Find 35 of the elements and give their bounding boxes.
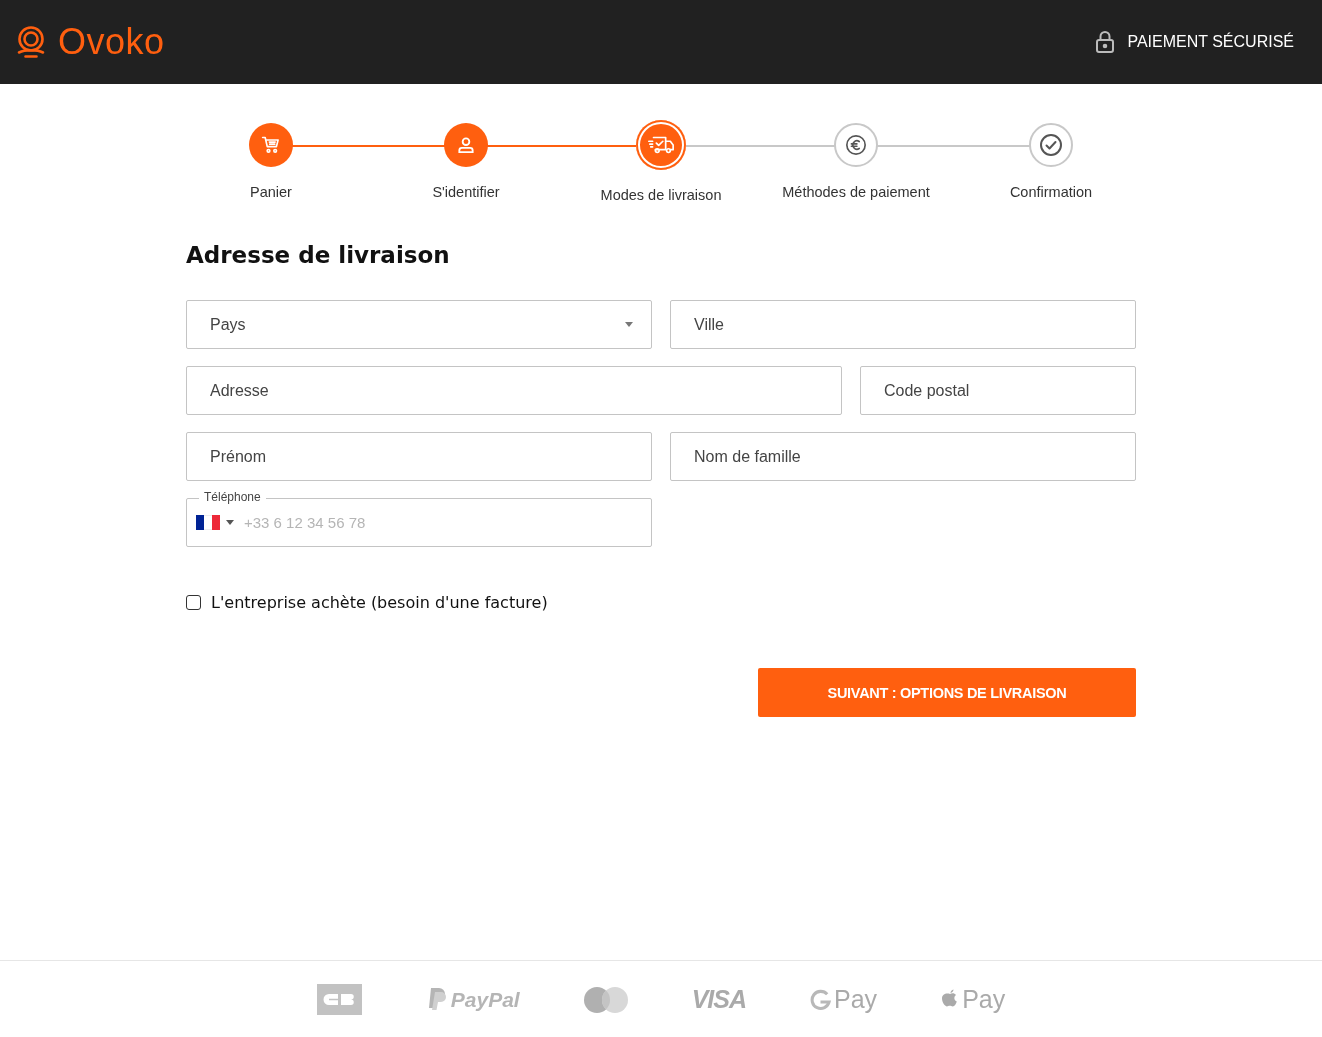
- field-label: Téléphone: [199, 490, 266, 505]
- step-label: Panier: [250, 184, 292, 200]
- applepay-logo-text: Pay: [962, 985, 1006, 1014]
- paypal-logo-text: PayPal: [450, 987, 520, 1012]
- card-logo-icon: [316, 984, 362, 1015]
- cart-icon: [261, 135, 281, 155]
- lock-icon: [1095, 30, 1116, 54]
- input-field[interactable]: Adresse: [186, 366, 842, 415]
- step-label: Modes de livraison: [600, 187, 722, 203]
- secure-payment-label: PAIEMENT SÉCURISÉ: [1127, 33, 1294, 51]
- logo-icon: [16, 26, 46, 58]
- two-circles-icon: [583, 986, 628, 1013]
- brand-name[interactable]: Ovoko: [58, 21, 165, 63]
- euro-coin-icon: [845, 134, 867, 156]
- input-field[interactable]: Code postal: [860, 366, 1136, 415]
- gpay-logo-text: Pay: [834, 985, 878, 1014]
- caret-icon[interactable]: [226, 520, 234, 525]
- company-checkbox[interactable]: [186, 595, 201, 610]
- country-select[interactable]: Pays: [186, 300, 652, 349]
- step-label: S'identifier: [432, 184, 500, 200]
- input-field[interactable]: Ville: [670, 300, 1136, 349]
- checkbox-label[interactable]: L'entreprise achète (besoin d'une facture): [211, 593, 548, 612]
- flag-icon[interactable]: [196, 515, 220, 530]
- section-title: Adresse de livraison: [186, 242, 451, 268]
- input-field[interactable]: Prénom: [186, 432, 652, 481]
- check-circle-icon: [1039, 133, 1063, 157]
- g-letter-icon: [810, 988, 832, 1011]
- input-field[interactable]: Nom de famille: [670, 432, 1136, 481]
- step-label: Méthodes de paiement: [782, 184, 930, 200]
- user-icon: [456, 135, 476, 155]
- phone-input[interactable]: +33 6 12 34 56 78: [244, 507, 633, 538]
- step-label: Confirmation: [1009, 184, 1093, 200]
- visa-logo-text: VISA: [691, 985, 747, 1014]
- truck-icon: [647, 134, 675, 156]
- caret-icon: [625, 322, 633, 327]
